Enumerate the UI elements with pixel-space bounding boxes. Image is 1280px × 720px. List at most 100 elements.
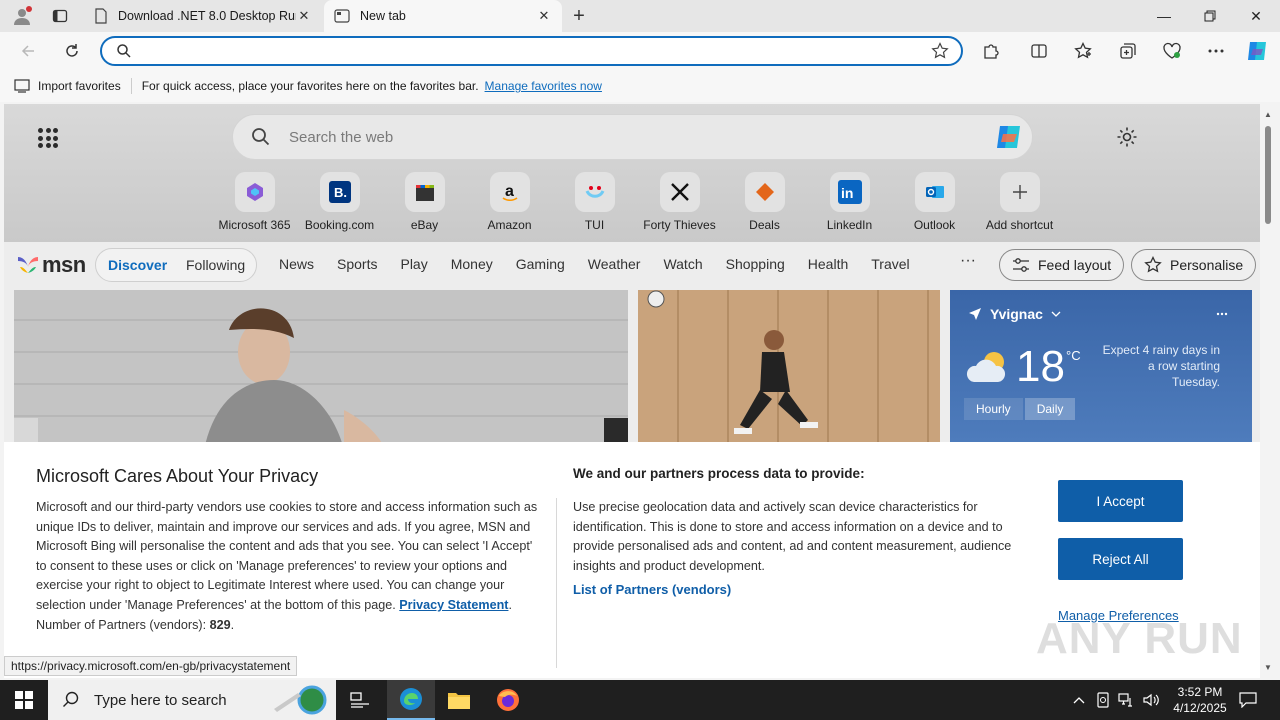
plus-icon	[1012, 185, 1027, 199]
notifications-button[interactable]	[1234, 680, 1262, 720]
taskbar-search-box[interactable]: Type here to search	[48, 680, 336, 720]
msn-feed-header: msn Discover Following News Sports Play …	[4, 242, 1260, 290]
purpose-text: Use precise geolocation data and activel…	[573, 500, 1012, 573]
shortcut-amazon[interactable]: a Amazon	[467, 172, 552, 232]
network-button[interactable]	[1115, 680, 1137, 720]
split-screen-button[interactable]	[1027, 39, 1051, 63]
shortcut-ebay[interactable]: eBay	[382, 172, 467, 232]
scrollbar-thumb[interactable]	[1265, 126, 1271, 224]
tab-daily[interactable]: Daily	[1024, 398, 1076, 420]
task-view-icon	[350, 692, 369, 708]
copilot-icon[interactable]	[994, 122, 1024, 152]
close-window-button[interactable]: ✕	[1233, 0, 1279, 32]
nav-travel[interactable]: Travel	[871, 256, 909, 272]
shortcut-outlook[interactable]: Outlook	[892, 172, 977, 232]
weather-view-tabs: Hourly Daily	[964, 398, 1077, 420]
profile-button[interactable]	[8, 4, 36, 28]
m365-icon	[246, 183, 263, 201]
news-card-exercise[interactable]	[638, 290, 940, 450]
tab-actions-button[interactable]	[48, 5, 72, 27]
shortcut-add[interactable]: Add shortcut	[977, 172, 1062, 232]
shortcut-label: Deals	[749, 218, 780, 232]
import-favorites-button[interactable]: Import favorites	[14, 79, 121, 93]
shortcut-tui[interactable]: TUI	[552, 172, 637, 232]
address-input[interactable]	[142, 42, 922, 62]
tab-dotnet-download[interactable]: Download .NET 8.0 Desktop Runtime ✕	[84, 0, 322, 32]
nav-shopping[interactable]: Shopping	[726, 256, 785, 272]
copilot-icon	[1248, 42, 1266, 60]
shortcut-deals[interactable]: Deals	[722, 172, 807, 232]
notification-dot	[26, 6, 32, 12]
shortcut-microsoft-365[interactable]: Microsoft 365	[212, 172, 297, 232]
task-view-button[interactable]	[336, 680, 384, 720]
tray-device-button[interactable]	[1092, 680, 1114, 720]
tab-title: Download .NET 8.0 Desktop Runtime	[118, 9, 296, 23]
feed-layout-label: Feed layout	[1038, 257, 1112, 273]
start-button[interactable]	[0, 680, 48, 720]
taskbar-edge[interactable]	[387, 680, 435, 720]
address-bar[interactable]	[100, 36, 963, 66]
new-tab-button[interactable]: +	[568, 5, 590, 27]
shortcut-linkedin[interactable]: in LinkedIn	[807, 172, 892, 232]
favorite-star-icon[interactable]	[931, 42, 949, 60]
news-card-yoga[interactable]	[14, 290, 628, 450]
speaker-icon	[1143, 693, 1159, 707]
taskbar-file-explorer[interactable]	[435, 680, 483, 720]
nav-watch[interactable]: Watch	[663, 256, 702, 272]
scroll-up-icon[interactable]: ▲	[1264, 110, 1272, 119]
copilot-button[interactable]	[1245, 39, 1269, 63]
browser-essentials-button[interactable]	[1160, 39, 1184, 63]
refresh-button[interactable]	[60, 39, 84, 63]
more-dots-icon[interactable]	[1216, 312, 1228, 316]
nav-news[interactable]: News	[279, 256, 314, 272]
nav-more-button[interactable]: ···	[960, 252, 976, 270]
settings-menu-button[interactable]	[1204, 39, 1228, 63]
taskbar-firefox[interactable]	[484, 680, 532, 720]
show-hidden-icons-button[interactable]	[1068, 680, 1090, 720]
notification-icon	[1239, 692, 1257, 708]
taskbar-clock[interactable]: 3:52 PM 4/12/2025	[1164, 684, 1236, 716]
manage-favorites-link[interactable]: Manage favorites now	[485, 79, 602, 93]
msn-category-nav: News Sports Play Money Gaming Weather Wa…	[279, 256, 933, 272]
extensions-button[interactable]	[979, 39, 1003, 63]
collections-button[interactable]	[1116, 39, 1140, 63]
list-of-partners-link[interactable]: List of Partners (vendors)	[573, 582, 731, 597]
web-search-box[interactable]: Search the web	[232, 114, 1033, 160]
nav-gaming[interactable]: Gaming	[516, 256, 565, 272]
page-scrollbar[interactable]: ▲ ▼	[1260, 104, 1276, 678]
close-tab-icon[interactable]: ✕	[296, 8, 312, 24]
reject-all-button[interactable]: Reject All	[1058, 538, 1183, 580]
nav-money[interactable]: Money	[451, 256, 493, 272]
shortcut-forty-thieves[interactable]: Forty Thieves	[637, 172, 722, 232]
favorites-button[interactable]	[1071, 39, 1095, 63]
volume-button[interactable]	[1140, 680, 1162, 720]
nav-sports[interactable]: Sports	[337, 256, 377, 272]
gear-icon[interactable]	[1116, 126, 1138, 148]
nav-weather[interactable]: Weather	[588, 256, 641, 272]
nav-health[interactable]: Health	[808, 256, 848, 272]
shortcut-booking[interactable]: B. Booking.com	[297, 172, 382, 232]
privacy-statement-link[interactable]: Privacy Statement	[399, 598, 508, 612]
svg-text:a: a	[505, 183, 514, 200]
weather-card[interactable]: Yvignac 18 °C Expect 4 rainy days in a r…	[950, 290, 1252, 450]
weather-location[interactable]: Yvignac	[968, 306, 1061, 322]
linkedin-icon: in	[837, 180, 862, 204]
booking-icon: B.	[328, 181, 351, 203]
back-button[interactable]	[16, 39, 40, 63]
app-launcher-icon[interactable]	[38, 128, 58, 148]
close-tab-icon[interactable]: ✕	[536, 8, 552, 24]
favorites-hint: For quick access, place your favorites h…	[141, 79, 479, 93]
personalise-button[interactable]: Personalise	[1131, 249, 1257, 281]
accept-button[interactable]: I Accept	[1058, 480, 1183, 522]
minimize-button[interactable]: —	[1141, 0, 1187, 32]
tab-hourly[interactable]: Hourly	[964, 398, 1023, 420]
nav-play[interactable]: Play	[400, 256, 427, 272]
privacy-body-text: Microsoft and our third-party vendors us…	[36, 500, 538, 612]
feed-layout-button[interactable]: Feed layout	[999, 249, 1125, 281]
restore-button[interactable]	[1187, 0, 1233, 32]
scroll-down-icon[interactable]: ▼	[1264, 663, 1272, 672]
tab-new-tab[interactable]: New tab ✕	[324, 0, 562, 32]
tab-discover[interactable]: Discover	[108, 257, 167, 273]
tab-following[interactable]: Following	[186, 257, 245, 273]
msn-logo[interactable]: msn	[16, 252, 86, 278]
